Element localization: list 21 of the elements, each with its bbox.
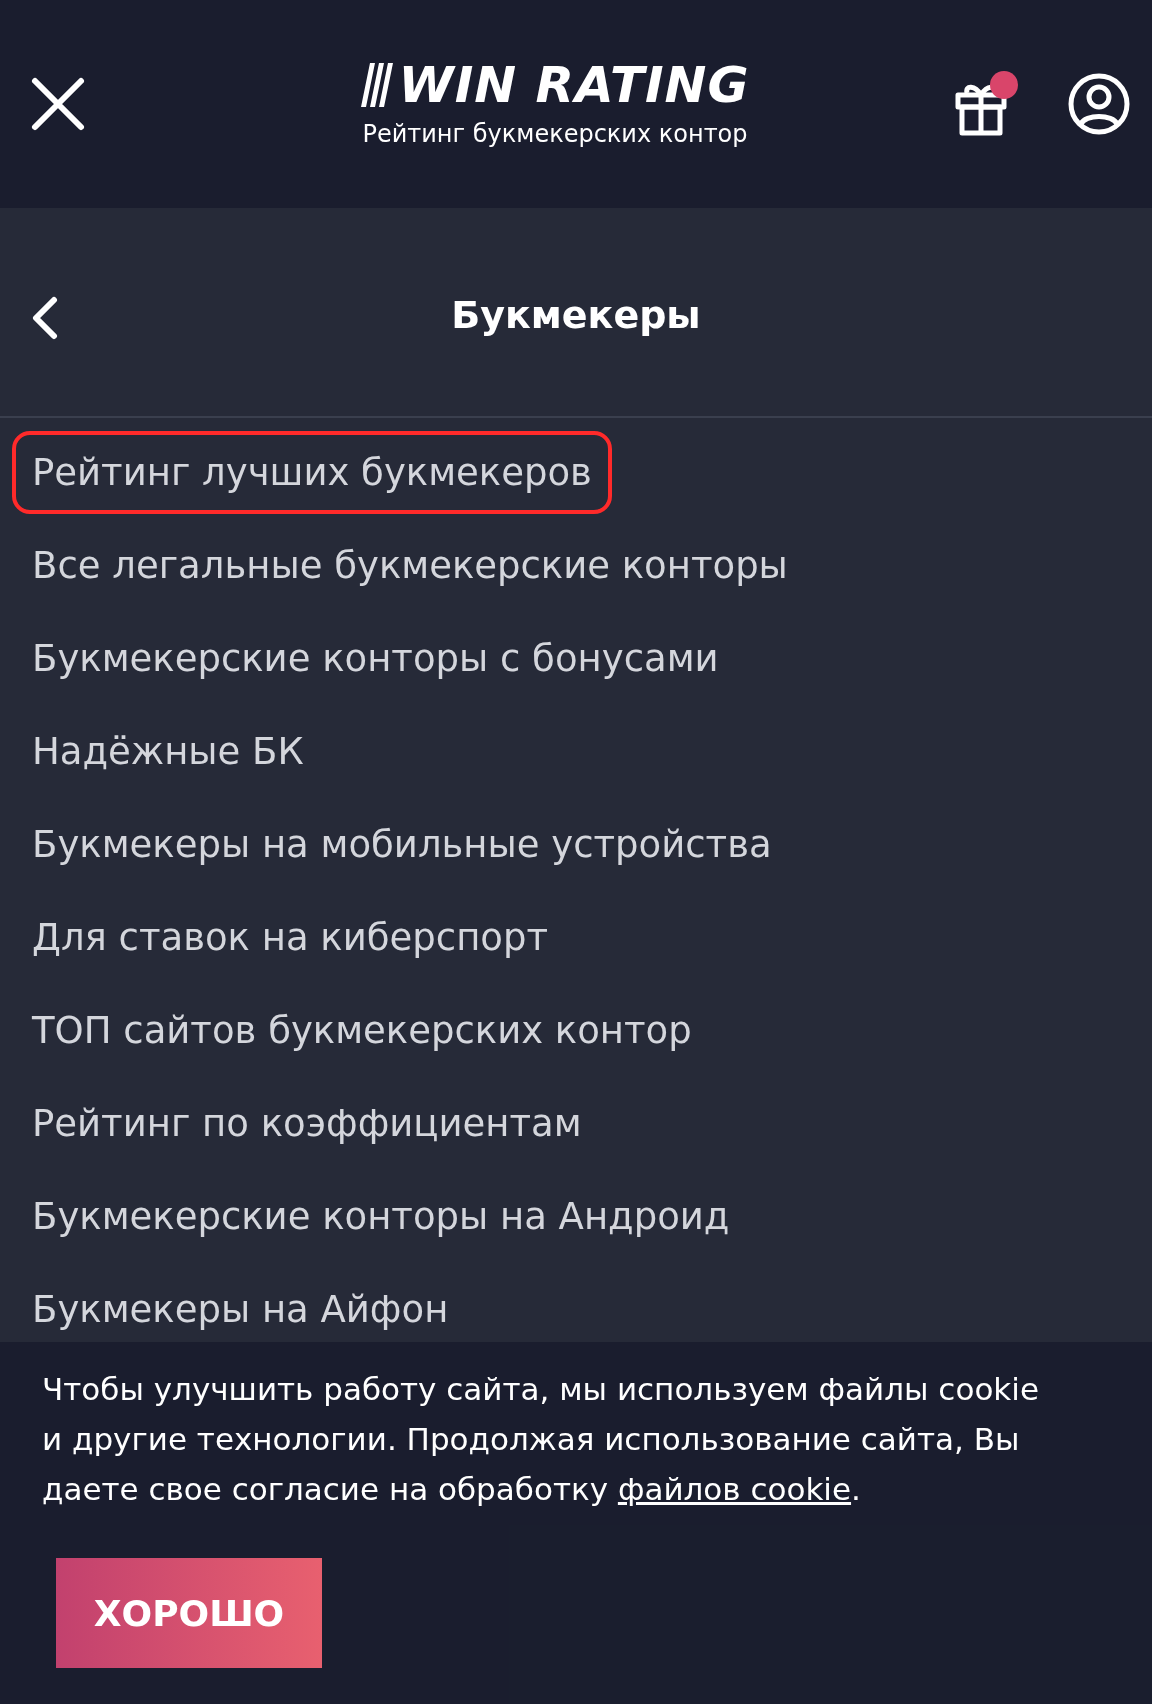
logo-text: WIN RATING [398, 60, 750, 110]
gift-button[interactable] [954, 71, 1018, 137]
menu-item[interactable]: Букмекерские конторы на Андроид [12, 1175, 750, 1258]
menu-item[interactable]: Рейтинг лучших букмекеров [12, 431, 612, 514]
profile-button[interactable] [1068, 73, 1130, 135]
logo-tagline: Рейтинг букмекерских контор [362, 120, 748, 148]
menu-item[interactable]: Рейтинг по коэффициентам [12, 1082, 602, 1165]
menu-item[interactable]: Для ставок на киберспорт [12, 896, 568, 979]
menu-item[interactable]: Букмекеры на мобильные устройства [12, 803, 792, 886]
close-button[interactable] [30, 76, 86, 132]
user-icon [1068, 73, 1130, 135]
menu-item[interactable]: Надёжные БК [12, 710, 324, 793]
menu-item[interactable]: Букмекерские конторы с бонусами [12, 617, 739, 700]
cookie-link[interactable]: файлов cookie [617, 1471, 852, 1507]
menu-item[interactable]: ТОП сайтов букмекерских контор [12, 989, 712, 1072]
menu-title: Букмекеры [450, 293, 702, 337]
close-icon [30, 76, 86, 132]
accept-button[interactable]: ХОРОШО [56, 1558, 322, 1668]
menu-item[interactable]: Все легальные букмекерские конторы [12, 524, 808, 607]
cookie-notice: Чтобы улучшить работу сайта, мы используем файлы cookie и другие технологии. Продолжая использование сайта, Вы даете свое согласие на обработку файлов cookie. [42, 1370, 1040, 1509]
slashes-icon [360, 63, 395, 107]
